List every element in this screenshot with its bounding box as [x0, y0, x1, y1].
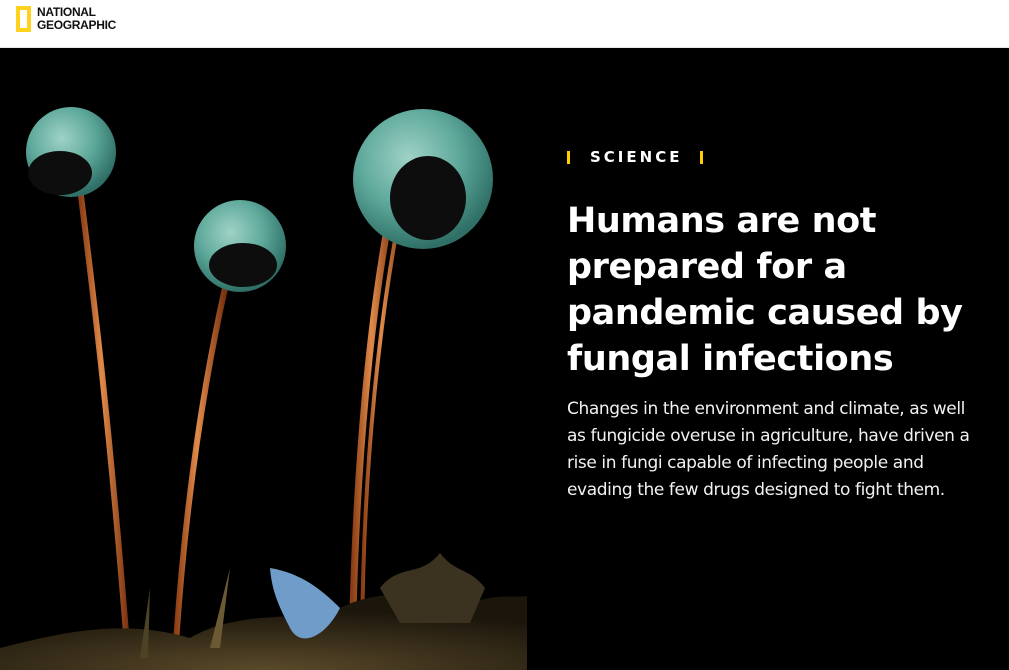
section-kicker[interactable]: SCIENCE: [567, 148, 704, 166]
logo-line-2: GEOGRAPHIC: [37, 18, 117, 32]
natgeo-logo[interactable]: NATIONAL GEOGRAPHIC: [16, 6, 116, 32]
kicker-bar-left: [567, 150, 570, 164]
logo-wordmark: NATIONAL GEOGRAPHIC: [37, 6, 116, 32]
site-header: NATIONAL GEOGRAPHIC: [0, 0, 1009, 48]
article-panel: SCIENCE Humans are not prepared for a pa…: [527, 48, 1009, 670]
article-headline[interactable]: Humans are not prepared for a pandemic c…: [567, 198, 987, 382]
hero-image-fungi: [0, 48, 527, 670]
yellow-border-icon: [16, 6, 31, 32]
hero: SCIENCE Humans are not prepared for a pa…: [0, 48, 1009, 670]
kicker-bar-right: [700, 150, 704, 164]
section-label[interactable]: SCIENCE: [590, 148, 682, 166]
article-dek: Changes in the environment and climate, …: [567, 399, 970, 500]
